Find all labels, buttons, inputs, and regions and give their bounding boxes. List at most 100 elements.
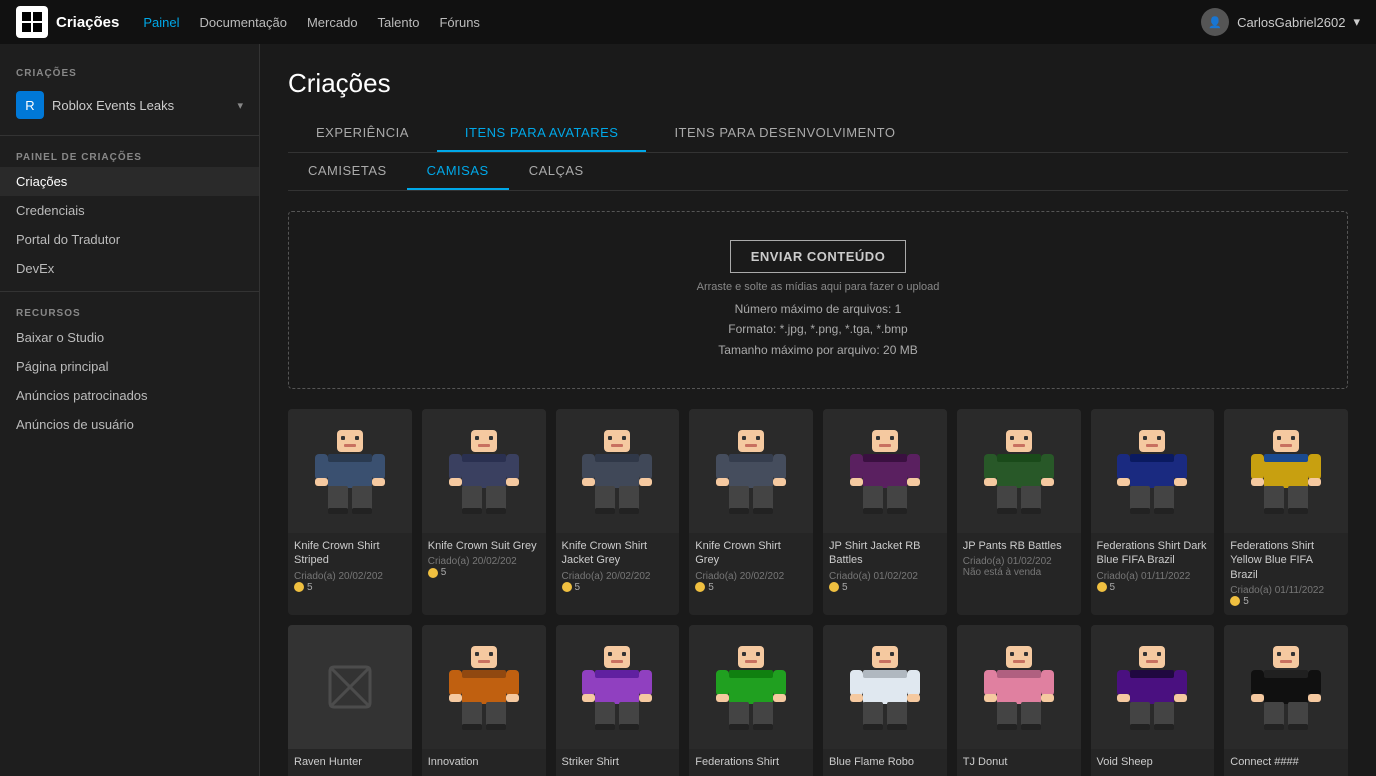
sidebar-item-pagina-principal[interactable]: Página principal — [0, 352, 259, 381]
item-card[interactable]: Raven Hunter — [288, 625, 412, 776]
item-price: 5 — [562, 582, 674, 593]
robux-icon — [428, 568, 438, 578]
item-card[interactable]: Striker Shirt — [556, 625, 680, 776]
tab-itens-desenvolvimento[interactable]: ITENS PARA DESENVOLVIMENTO — [646, 115, 923, 152]
avatar-svg — [711, 426, 791, 516]
item-info: TJ Donut — [957, 749, 1081, 776]
item-name: Knife Crown Shirt Striped — [294, 539, 406, 568]
item-card[interactable]: Federations Shirt — [689, 625, 813, 776]
sidebar-item-credenciais[interactable]: Credenciais — [0, 196, 259, 225]
tab-experiencia[interactable]: EXPERIÊNCIA — [288, 115, 437, 152]
avatar-svg — [845, 642, 925, 732]
item-name: Striker Shirt — [562, 755, 674, 769]
item-price: 5 — [1230, 596, 1342, 607]
item-thumbnail — [1091, 409, 1215, 533]
item-info: JP Pants RB BattlesCriado(a) 01/02/202Nã… — [957, 533, 1081, 586]
sidebar-divider-2 — [0, 291, 259, 292]
price-value: 5 — [307, 582, 313, 593]
avatar-svg — [711, 642, 791, 732]
price-value: 5 — [1110, 582, 1116, 593]
items-grid: Knife Crown Shirt Striped Criado(a) 20/02… — [288, 409, 1348, 776]
item-name: Innovation — [428, 755, 540, 769]
item-name: TJ Donut — [963, 755, 1075, 769]
robux-icon — [1097, 582, 1107, 592]
user-dropdown-icon[interactable]: ▾ — [1353, 14, 1360, 30]
price-value: 5 — [1243, 596, 1249, 607]
sidebar-section-painel: PAINEL DE CRIAÇÕES — [0, 144, 259, 167]
avatar-svg — [1246, 642, 1326, 732]
item-card[interactable]: Connect #### — [1224, 625, 1348, 776]
upload-format: Formato: *.jpg, *.png, *.tga, *.bmp — [309, 319, 1327, 339]
nav-links: Painel Documentação Mercado Talento Fóru… — [143, 15, 480, 30]
main-tab-bar: EXPERIÊNCIA ITENS PARA AVATARES ITENS PA… — [288, 115, 1348, 153]
item-thumbnail — [422, 409, 546, 533]
sidebar-item-criacoes[interactable]: Criações — [0, 167, 259, 196]
username: CarlosGabriel2602 — [1237, 15, 1345, 30]
item-thumbnail — [823, 409, 947, 533]
item-card[interactable]: Void Sheep — [1091, 625, 1215, 776]
tab-itens-avatares[interactable]: ITENS PARA AVATARES — [437, 115, 647, 152]
nav-foruns[interactable]: Fóruns — [439, 15, 479, 30]
item-name: Federations Shirt — [695, 755, 807, 769]
item-info: Federations Shirt — [689, 749, 813, 776]
item-thumbnail — [1224, 409, 1348, 533]
nav-talento[interactable]: Talento — [378, 15, 420, 30]
sidebar-item-portal-tradutor[interactable]: Portal do Tradutor — [0, 225, 259, 254]
nav-mercado[interactable]: Mercado — [307, 15, 358, 30]
price-value: 5 — [842, 582, 848, 593]
item-card[interactable]: Federations Shirt Dark Blue FIFA BrazilC… — [1091, 409, 1215, 615]
avatar: 👤 — [1201, 8, 1229, 36]
item-price: 5 — [1097, 582, 1209, 593]
item-card[interactable]: Knife Crown Shirt Striped Criado(a) 20/02… — [288, 409, 412, 615]
item-card[interactable]: Federations Shirt Yellow Blue FIFA Brazi… — [1224, 409, 1348, 615]
item-price: 5 — [695, 582, 807, 593]
item-thumbnail — [957, 409, 1081, 533]
upload-max-size: Tamanho máximo por arquivo: 20 MB — [309, 340, 1327, 360]
avatar-svg — [845, 426, 925, 516]
avatar-svg — [577, 426, 657, 516]
item-info: Raven Hunter — [288, 749, 412, 776]
item-name: Void Sheep — [1097, 755, 1209, 769]
group-arrow-icon: ▾ — [237, 99, 243, 112]
item-info: Connect #### — [1224, 749, 1348, 776]
item-info: Knife Crown Shirt Striped Criado(a) 20/02… — [288, 533, 412, 601]
item-info: JP Shirt Jacket RB BattlesCriado(a) 01/0… — [823, 533, 947, 601]
sidebar-item-devex[interactable]: DevEx — [0, 254, 259, 283]
item-name: Knife Crown Suit Grey — [428, 539, 540, 553]
item-thumbnail — [422, 625, 546, 749]
item-info: Striker Shirt — [556, 749, 680, 776]
nav-painel[interactable]: Painel — [143, 15, 179, 30]
upload-max-files: Número máximo de arquivos: 1 — [309, 299, 1327, 319]
avatar-svg — [310, 426, 390, 516]
item-card[interactable]: Blue Flame Robo — [823, 625, 947, 776]
item-card[interactable]: JP Pants RB BattlesCriado(a) 01/02/202Nã… — [957, 409, 1081, 615]
item-card[interactable]: TJ Donut — [957, 625, 1081, 776]
sub-tab-camisetas[interactable]: CAMISETAS — [288, 153, 407, 190]
sub-tab-calcas[interactable]: CALÇAS — [509, 153, 604, 190]
nav-documentacao[interactable]: Documentação — [200, 15, 287, 30]
site-logo[interactable]: Criações — [16, 6, 119, 38]
item-date: Criado(a) 20/02/202 — [294, 571, 406, 582]
upload-button[interactable]: ENVIAR CONTEÚDO — [730, 240, 907, 273]
avatar-svg — [1112, 426, 1192, 516]
sidebar-item-baixar-studio[interactable]: Baixar o Studio — [0, 323, 259, 352]
avatar-svg — [444, 642, 524, 732]
item-name: Connect #### — [1230, 755, 1342, 769]
item-card[interactable]: Knife Crown Suit GreyCriado(a) 20/02/202… — [422, 409, 546, 615]
group-selector[interactable]: R Roblox Events Leaks ▾ — [0, 83, 259, 127]
sub-tab-camisas[interactable]: CAMISAS — [407, 153, 509, 190]
avatar-svg — [979, 426, 1059, 516]
item-thumbnail — [556, 625, 680, 749]
item-date: Criado(a) 01/11/2022 — [1097, 571, 1209, 582]
item-date: Criado(a) 20/02/202 — [562, 571, 674, 582]
avatar-svg — [577, 642, 657, 732]
item-thumbnail — [556, 409, 680, 533]
sidebar-item-anuncios-patrocinados[interactable]: Anúncios patrocinados — [0, 381, 259, 410]
item-card[interactable]: JP Shirt Jacket RB BattlesCriado(a) 01/0… — [823, 409, 947, 615]
item-card[interactable]: Knife Crown Shirt GreyCriado(a) 20/02/20… — [689, 409, 813, 615]
user-menu[interactable]: 👤 CarlosGabriel2602 ▾ — [1201, 8, 1360, 36]
item-card[interactable]: Innovation — [422, 625, 546, 776]
item-card[interactable]: Knife Crown Shirt Jacket GreyCriado(a) 2… — [556, 409, 680, 615]
page-title: Criações — [288, 68, 1348, 99]
sidebar-item-anuncios-usuario[interactable]: Anúncios de usuário — [0, 410, 259, 439]
